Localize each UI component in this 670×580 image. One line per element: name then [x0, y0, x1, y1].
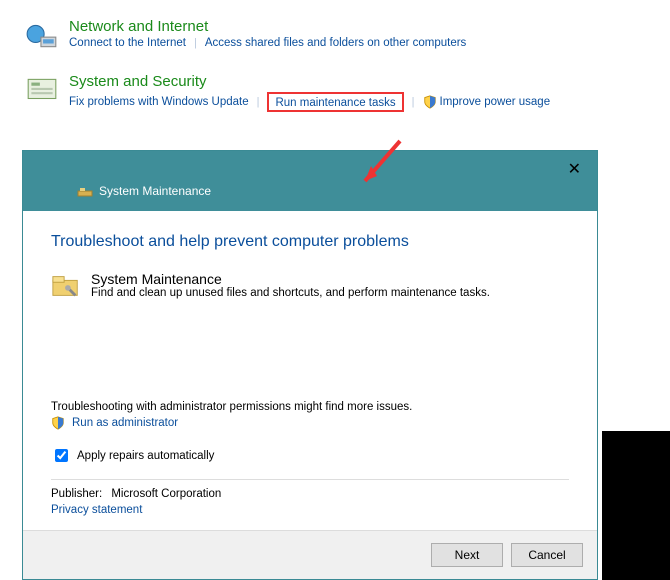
- dialog-heading: Troubleshoot and help prevent computer p…: [51, 233, 569, 251]
- troubleshooter-desc: Find and clean up unused files and short…: [91, 287, 490, 299]
- privacy-link[interactable]: Privacy statement: [51, 504, 142, 516]
- apply-repairs-row[interactable]: Apply repairs automatically: [51, 446, 569, 465]
- link-fix-windows-update[interactable]: Fix problems with Windows Update: [69, 96, 249, 108]
- category-system: System and Security Fix problems with Wi…: [25, 73, 670, 112]
- category-network: Network and Internet Connect to the Inte…: [25, 18, 670, 55]
- wrench-icon: [77, 183, 93, 199]
- apply-repairs-label: Apply repairs automatically: [77, 450, 214, 462]
- apply-repairs-checkbox[interactable]: [55, 449, 68, 462]
- link-run-maintenance[interactable]: Run maintenance tasks: [275, 97, 395, 109]
- next-button[interactable]: Next: [431, 543, 503, 567]
- publisher-row: Publisher: Microsoft Corporation: [51, 488, 569, 500]
- dialog-title: System Maintenance: [99, 184, 211, 198]
- category-network-links: Connect to the Internet | Access shared …: [69, 37, 466, 49]
- link-improve-power[interactable]: Improve power usage: [423, 95, 551, 109]
- admin-note: Troubleshooting with administrator permi…: [51, 401, 569, 413]
- shield-icon: [423, 95, 437, 109]
- link-connect-internet[interactable]: Connect to the Internet: [69, 37, 186, 49]
- link-access-shared[interactable]: Access shared files and folders on other…: [205, 37, 466, 49]
- shield-icon: [51, 416, 65, 430]
- dialog-body: Troubleshoot and help prevent computer p…: [23, 211, 597, 530]
- run-as-admin-link[interactable]: Run as administrator: [51, 416, 569, 430]
- divider: [51, 479, 569, 480]
- category-system-links: Fix problems with Windows Update | Run m…: [69, 92, 550, 112]
- publisher-value: Microsoft Corporation: [111, 488, 221, 500]
- folder-wrench-icon: [51, 271, 81, 301]
- dialog-titlebar: ✕ System Maintenance: [23, 151, 597, 211]
- highlight-run-maintenance: Run maintenance tasks: [267, 92, 403, 112]
- dialog-footer: Next Cancel: [23, 530, 597, 579]
- screenshot-edge-artifact: [602, 431, 670, 580]
- troubleshooter-title: System Maintenance: [91, 271, 490, 287]
- category-system-title[interactable]: System and Security: [69, 73, 550, 90]
- control-panel-categories: Network and Internet Connect to the Inte…: [0, 18, 670, 112]
- troubleshooter-item[interactable]: System Maintenance Find and clean up unu…: [51, 271, 569, 301]
- close-button[interactable]: ✕: [562, 157, 587, 181]
- system-icon: [25, 73, 59, 107]
- system-maintenance-dialog: ✕ System Maintenance Troubleshoot and he…: [22, 150, 598, 580]
- cancel-button[interactable]: Cancel: [511, 543, 583, 567]
- network-icon: [25, 18, 59, 52]
- category-network-title[interactable]: Network and Internet: [69, 18, 466, 35]
- publisher-label: Publisher:: [51, 488, 102, 500]
